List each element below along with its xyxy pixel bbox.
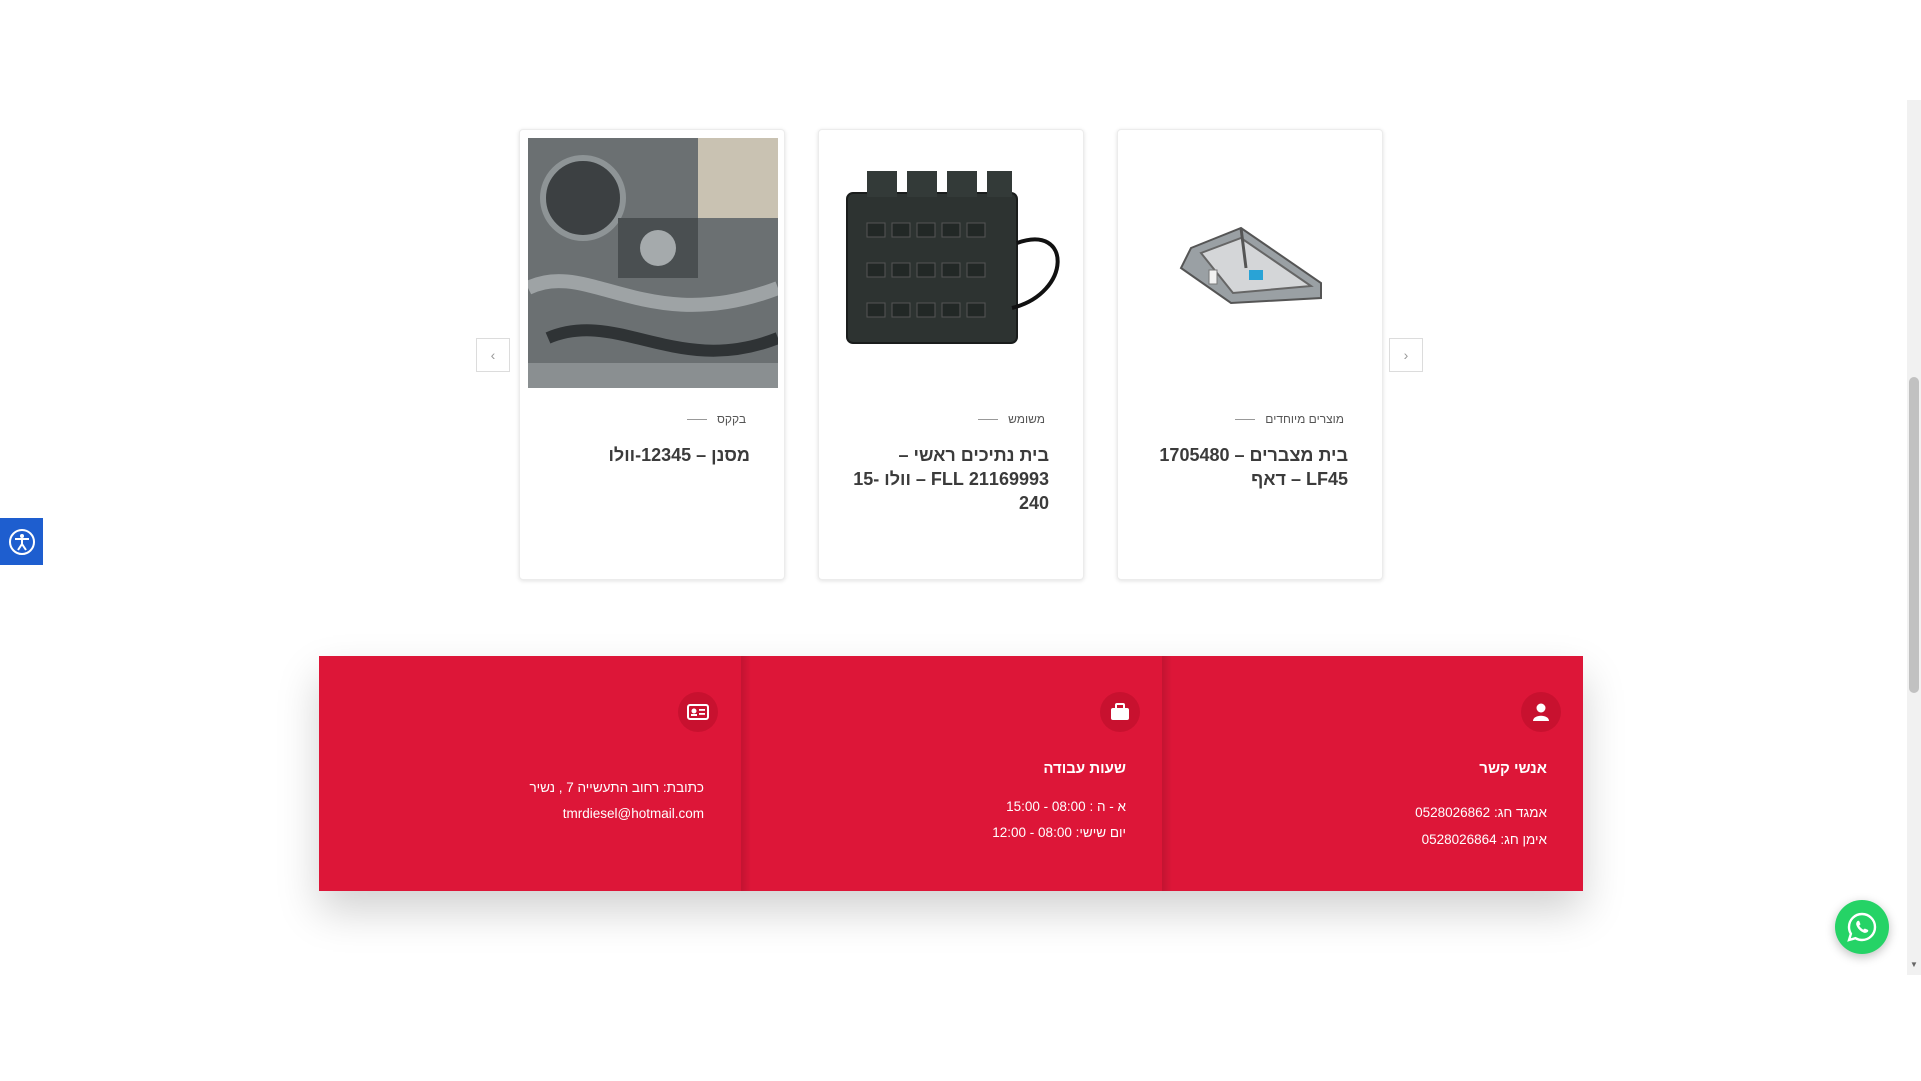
product-card[interactable]: משומש בית נתיכים ראשי – 21169993 FLL – ו… — [818, 129, 1084, 580]
product-card[interactable]: בקקס מסנן – 12345-וולו — [519, 129, 785, 580]
carousel-prev-button[interactable]: ‹ — [476, 338, 510, 372]
product-title[interactable]: בית נתיכים ראשי – 21169993 FLL – וולו 15… — [849, 443, 1049, 515]
contact-section: אנשי קשר אמגד חג: 0528026862 אימן חג: 05… — [319, 656, 1583, 891]
email-link[interactable]: tmrdiesel@hotmail.com — [563, 806, 704, 821]
product-category[interactable]: בקקס — [687, 412, 746, 426]
carousel-next-button[interactable]: › — [1389, 338, 1423, 372]
product-carousel: › ‹ מוצרים מיוחדים בית מצברים – 1705480 … — [0, 0, 1921, 600]
scroll-down-arrow[interactable]: ▼ — [1909, 960, 1919, 969]
scrollbar-thumb[interactable] — [1909, 377, 1919, 693]
chevron-right-icon: › — [1403, 347, 1409, 363]
hours-friday: יום שישי: 08:00 - 12:00 — [992, 825, 1126, 840]
working-hours-column: שעות עבודה א - ה : 08:00 - 15:00 יום שיש… — [741, 656, 1162, 891]
product-image[interactable] — [1126, 138, 1376, 388]
contact-people-column: אנשי קשר אמגד חג: 0528026862 אימן חג: 05… — [1162, 656, 1583, 891]
product-title[interactable]: מסנן – 12345-וולו — [550, 443, 751, 467]
hours-weekdays: א - ה : 08:00 - 15:00 — [1006, 799, 1126, 814]
product-title[interactable]: בית מצברים – 1705480 LF45 – דאף — [1148, 443, 1348, 491]
product-image[interactable] — [827, 138, 1077, 388]
product-category[interactable]: מוצרים מיוחדים — [1235, 412, 1344, 426]
product-category[interactable]: משומש — [978, 412, 1045, 426]
address-text: כתובת: רחוב התעשייה 7 , נשיר — [529, 780, 704, 795]
accessibility-icon — [8, 528, 35, 555]
working-hours-heading: שעות עבודה — [1043, 760, 1126, 777]
accessibility-button[interactable] — [0, 518, 43, 565]
address-column: כתובת: רחוב התעשייה 7 , נשיר tmrdiesel@h… — [319, 656, 740, 891]
product-card[interactable]: מוצרים מיוחדים בית מצברים – 1705480 LF45… — [1117, 129, 1383, 580]
contact-people-heading: אנשי קשר — [1479, 760, 1547, 777]
whatsapp-button[interactable] — [1835, 900, 1889, 954]
contact-phone-1[interactable]: אמגד חג: 0528026862 — [1415, 805, 1547, 820]
chevron-left-icon: ‹ — [490, 347, 496, 363]
product-image[interactable] — [528, 138, 778, 388]
address-card-icon — [678, 692, 718, 732]
contact-phone-2[interactable]: אימן חג: 0528026864 — [1422, 832, 1547, 847]
briefcase-icon — [1100, 692, 1140, 732]
whatsapp-icon — [1847, 912, 1877, 942]
user-icon — [1521, 692, 1561, 732]
